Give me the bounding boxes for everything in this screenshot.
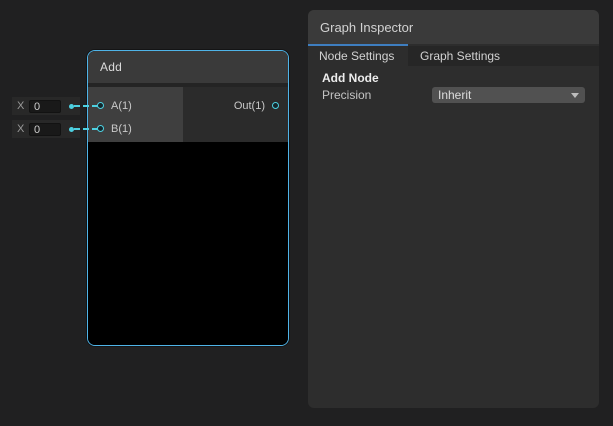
inline-float-widget-b: X 0 [12,120,80,138]
shader-graph-canvas[interactable]: X 0 X 0 Add A(1) B(1) Out(1) [0,0,613,426]
port-out-label: Out(1) [234,100,265,112]
output-ports-column: Out(1) [183,87,288,142]
panel-title[interactable]: Graph Inspector [308,10,599,44]
precision-dropdown[interactable]: Inherit [432,87,585,103]
section-title: Add Node [314,69,585,87]
float-input-a[interactable]: 0 [29,100,61,113]
port-a-icon[interactable] [97,102,104,109]
input-port-row-a: A(1) [88,94,183,117]
edge-x-to-port-a[interactable] [74,105,98,107]
edge-x-to-port-b[interactable] [74,128,98,130]
inline-float-widget-a: X 0 [12,97,80,115]
port-out-icon[interactable] [272,102,279,109]
inspector-tabbar: Node Settings Graph Settings [308,46,599,66]
add-node[interactable]: Add A(1) B(1) Out(1) [87,50,289,346]
axis-label: X [17,123,25,135]
precision-field-row: Precision Inherit [314,87,585,103]
float-input-b[interactable]: 0 [29,123,61,136]
chevron-down-icon [571,93,579,98]
port-a-label: A(1) [111,100,132,112]
output-port-row: Out(1) [183,94,288,117]
node-preview [88,142,288,345]
graph-inspector-panel: Graph Inspector Node Settings Graph Sett… [308,10,599,408]
input-port-row-b: B(1) [88,117,183,140]
precision-label: Precision [314,88,432,102]
tab-node-settings[interactable]: Node Settings [308,46,408,66]
input-ports-column: A(1) B(1) [88,87,183,142]
node-ports-area: A(1) B(1) Out(1) [88,87,288,142]
inspector-content: Add Node Precision Inherit [308,66,599,103]
tab-graph-settings[interactable]: Graph Settings [408,46,512,66]
port-b-icon[interactable] [97,125,104,132]
port-b-label: B(1) [111,123,132,135]
precision-dropdown-value: Inherit [438,88,471,102]
axis-label: X [17,100,25,112]
node-title[interactable]: Add [88,51,288,83]
